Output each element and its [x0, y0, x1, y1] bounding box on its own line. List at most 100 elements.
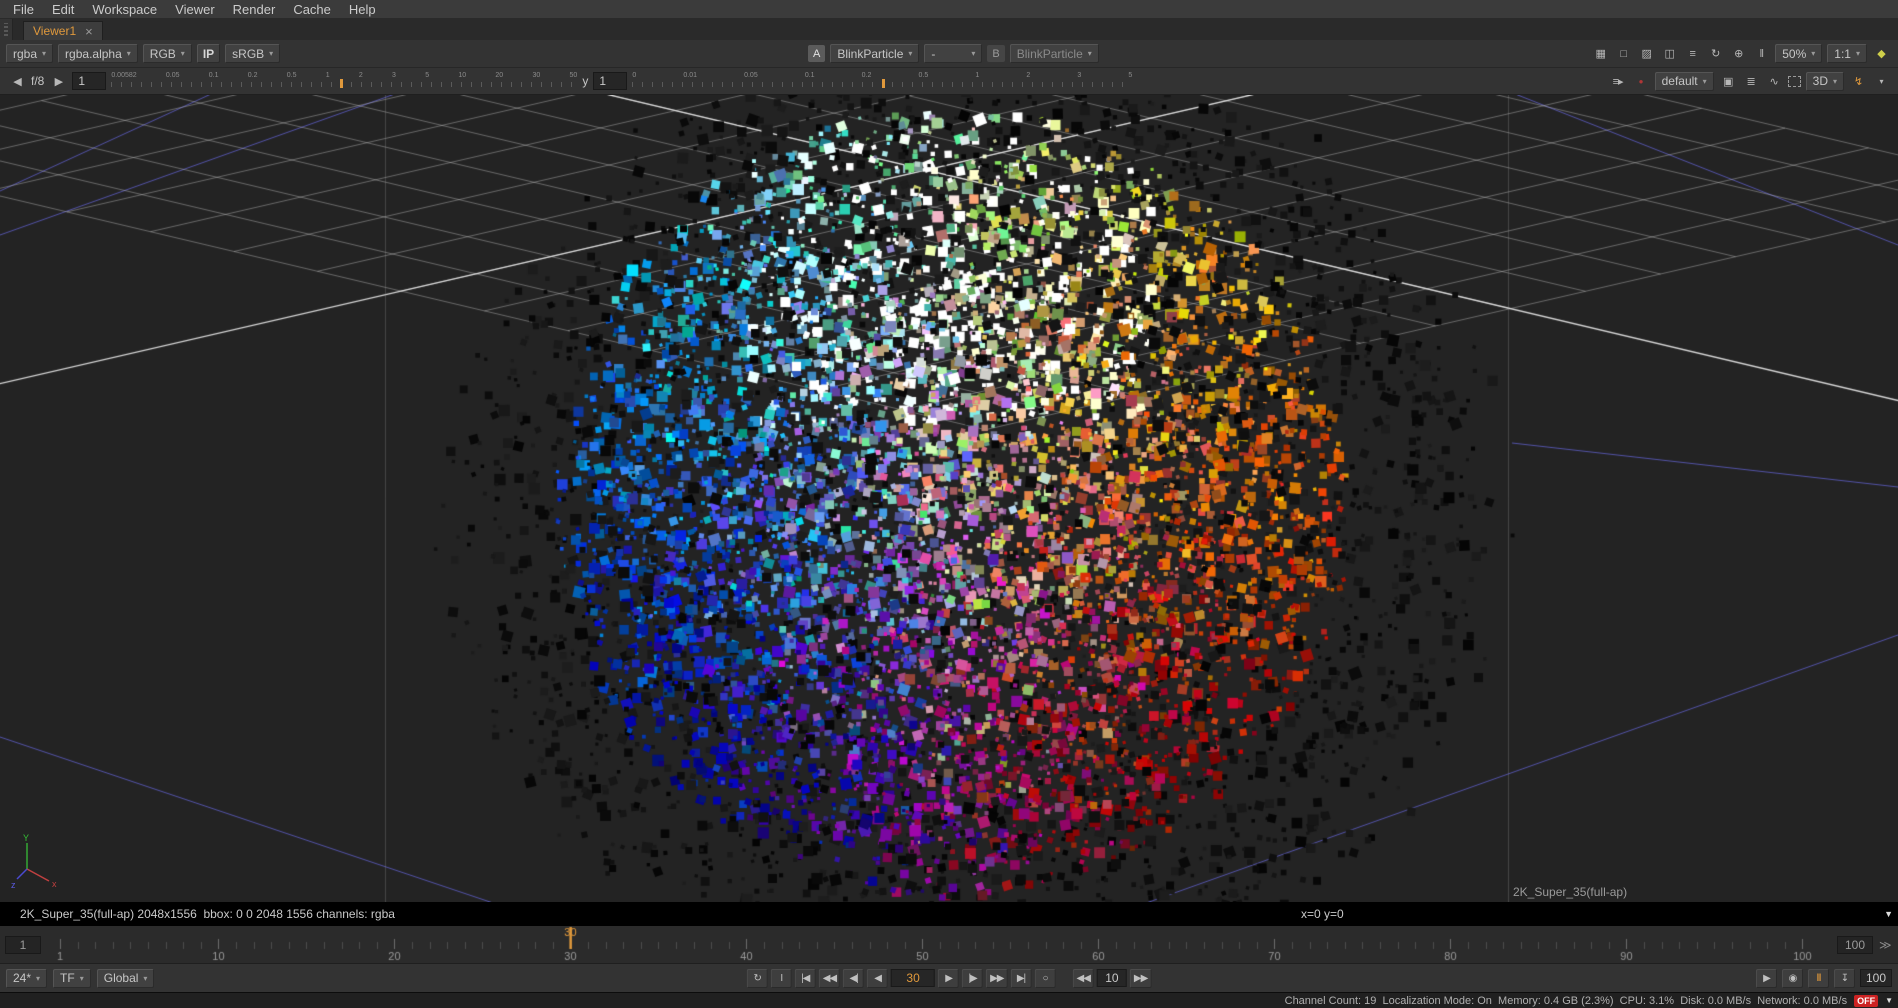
projection-dropdown[interactable]: 3D ▾ [1806, 72, 1844, 91]
play-backward-icon[interactable]: ◀ [867, 969, 888, 988]
viewer-toolbar: rgba ▾ rgba.alpha ▾ RGB ▾ IP sRGB ▾ A Bl… [0, 40, 1898, 68]
gain-field[interactable]: 1 [72, 72, 106, 90]
viewer-menu-icon[interactable]: ≡ [1683, 46, 1701, 62]
play-forward-icon[interactable]: ▶ [938, 969, 959, 988]
range-start-field[interactable]: 1 [5, 936, 41, 954]
viewport-3d[interactable]: Y x z 2K_Super_35(full-ap) [0, 95, 1898, 902]
slider-tick-label: 1 [326, 72, 330, 79]
monitor-out-icon[interactable]: ◫ [1660, 46, 1678, 62]
chevron-down-icon: ▾ [908, 49, 912, 58]
input-b-value: BlinkParticle [1017, 47, 1083, 61]
status-expand-icon[interactable]: ▼ [1885, 996, 1893, 1005]
view-3d-controls: ≡▸ ● default ▾ ▣ ≣ ∿ 3D ▾ ↯ ▾ [1609, 68, 1890, 94]
roi-icon[interactable]: ⊕ [1729, 46, 1747, 62]
pause-update-icon[interactable]: ‖ [1752, 46, 1770, 62]
jump-back-icon[interactable]: ◀◀ [1073, 969, 1094, 988]
chevron-down-icon: ▾ [36, 974, 40, 983]
gamma-field[interactable]: 1 [593, 72, 627, 90]
menu-edit[interactable]: Edit [43, 2, 83, 17]
loop-mode-icon[interactable]: ↻ [747, 969, 768, 988]
chevron-down-icon: ▾ [1811, 49, 1815, 58]
stop-up-icon[interactable]: ▶ [49, 73, 67, 89]
alpha-channel-dropdown[interactable]: rgba.alpha ▾ [58, 44, 138, 63]
toolbar-expand-icon[interactable]: ▾ [1872, 73, 1890, 89]
playback-cache-icon[interactable]: ‖ [1808, 969, 1829, 988]
cache-indicator-icon[interactable]: ◉ [1782, 969, 1803, 988]
playback-range-end-field[interactable]: 100 [1860, 969, 1892, 987]
prev-keyframe-icon[interactable]: ◀◀ [819, 969, 840, 988]
menu-render[interactable]: Render [224, 2, 285, 17]
frame-increment-value: 10 [1105, 971, 1118, 985]
refresh-icon[interactable]: ↻ [1706, 46, 1724, 62]
gain-slider-marker[interactable] [340, 79, 343, 88]
viewer-update-icon[interactable]: ◆ [1872, 46, 1890, 62]
scale-dropdown[interactable]: 1:1 ▾ [1827, 44, 1867, 63]
zoom-dropdown[interactable]: 50% ▾ [1775, 44, 1822, 63]
slider-tick-label: 0.1 [209, 72, 219, 79]
playback-settings: 24* ▾ TF ▾ Global ▾ [6, 964, 154, 992]
tab-close-icon[interactable]: × [85, 25, 93, 38]
zoom-value: 50% [1782, 47, 1806, 61]
monitor-icon[interactable]: □ [1614, 46, 1632, 62]
status-badge[interactable]: OFF [1854, 995, 1878, 1007]
input-process-button[interactable]: IP [197, 44, 220, 63]
layer-dropdown[interactable]: rgba ▾ [6, 44, 53, 63]
gamma-slider-ticks: 00.010.050.10.20.51235 [632, 72, 1132, 79]
record-indicator-icon[interactable]: ● [1632, 73, 1650, 89]
pane-grip[interactable] [0, 19, 13, 40]
nuke-window: File Edit Workspace Viewer Render Cache … [0, 0, 1898, 1008]
viewer-process-dropdown[interactable]: sRGB ▾ [225, 44, 280, 63]
current-frame-field[interactable]: 30 [891, 969, 935, 987]
timeline-options-icon[interactable]: ≫ [1879, 938, 1892, 952]
stereo-modes-icon[interactable]: ≡▸ [1609, 73, 1627, 89]
gamma-slider-marker[interactable] [882, 79, 885, 88]
camera-icon[interactable]: ▣ [1719, 73, 1737, 89]
menu-cache[interactable]: Cache [284, 2, 340, 17]
exposure-toolbar: ◀ f/8 ▶ 1 0.005820.050.10.20.51235102030… [0, 68, 1898, 95]
timeline-ruler[interactable] [46, 926, 1832, 964]
tab-viewer1[interactable]: Viewer1 × [23, 21, 103, 40]
range-end-field[interactable]: 100 [1837, 936, 1873, 954]
bookmark-icon[interactable]: I [771, 969, 792, 988]
info-expand-icon[interactable]: ▼ [1884, 909, 1893, 919]
goto-start-icon[interactable]: |◀ [795, 969, 816, 988]
prev-frame-icon[interactable]: ◀| [843, 969, 864, 988]
timeline-mode-dropdown[interactable]: TF ▾ [53, 969, 91, 988]
input-a-dropdown[interactable]: BlinkParticle ▾ [830, 44, 919, 63]
slider-tick-label: 0.05 [166, 72, 180, 79]
wipe-dropdown[interactable]: - ▾ [924, 44, 982, 63]
menu-help[interactable]: Help [340, 2, 385, 17]
gain-slider[interactable]: 0.005820.050.10.20.5123510203050 [111, 71, 577, 91]
wave-overlay-icon[interactable]: ∿ [1765, 73, 1783, 89]
menu-workspace[interactable]: Workspace [83, 2, 166, 17]
next-frame-icon[interactable]: |▶ [962, 969, 983, 988]
jump-forward-icon[interactable]: ▶▶ [1130, 969, 1151, 988]
fps-dropdown[interactable]: 24* ▾ [6, 969, 47, 988]
wipe-overlay-icon[interactable]: ▨ [1637, 46, 1655, 62]
save-sequence-icon[interactable]: ↧ [1834, 969, 1855, 988]
input-a-chip[interactable]: A [808, 45, 825, 62]
slider-tick-label: 10 [458, 72, 466, 79]
bolt-icon[interactable]: ↯ [1849, 73, 1867, 89]
slider-tick-label: 0.00582 [111, 72, 136, 79]
slider-tick-label: 0 [632, 72, 636, 79]
marquee-select-icon[interactable] [1788, 76, 1801, 87]
projection-value: 3D [1813, 74, 1828, 88]
wipe-value: - [931, 47, 935, 61]
goto-end-icon[interactable]: ▶| [1011, 969, 1032, 988]
flipbook-icon[interactable]: ▶ [1756, 969, 1777, 988]
display-channels-dropdown[interactable]: RGB ▾ [143, 44, 192, 63]
next-keyframe-icon[interactable]: ▶▶ [986, 969, 1007, 988]
frame-increment-field[interactable]: 10 [1097, 969, 1127, 987]
loop-toggle-icon[interactable]: ○ [1035, 969, 1056, 988]
gamma-slider[interactable]: 00.010.050.10.20.51235 [632, 71, 1132, 91]
stop-down-icon[interactable]: ◀ [8, 73, 26, 89]
menu-file[interactable]: File [4, 2, 43, 17]
lookthrough-dropdown[interactable]: default ▾ [1655, 72, 1714, 91]
frame-range-dropdown[interactable]: Global ▾ [97, 969, 155, 988]
input-b-dropdown[interactable]: BlinkParticle ▾ [1010, 44, 1099, 63]
list-icon[interactable]: ≣ [1742, 73, 1760, 89]
input-b-chip[interactable]: B [987, 45, 1004, 62]
proxy-toggle-icon[interactable]: ▦ [1591, 46, 1609, 62]
menu-viewer[interactable]: Viewer [166, 2, 224, 17]
